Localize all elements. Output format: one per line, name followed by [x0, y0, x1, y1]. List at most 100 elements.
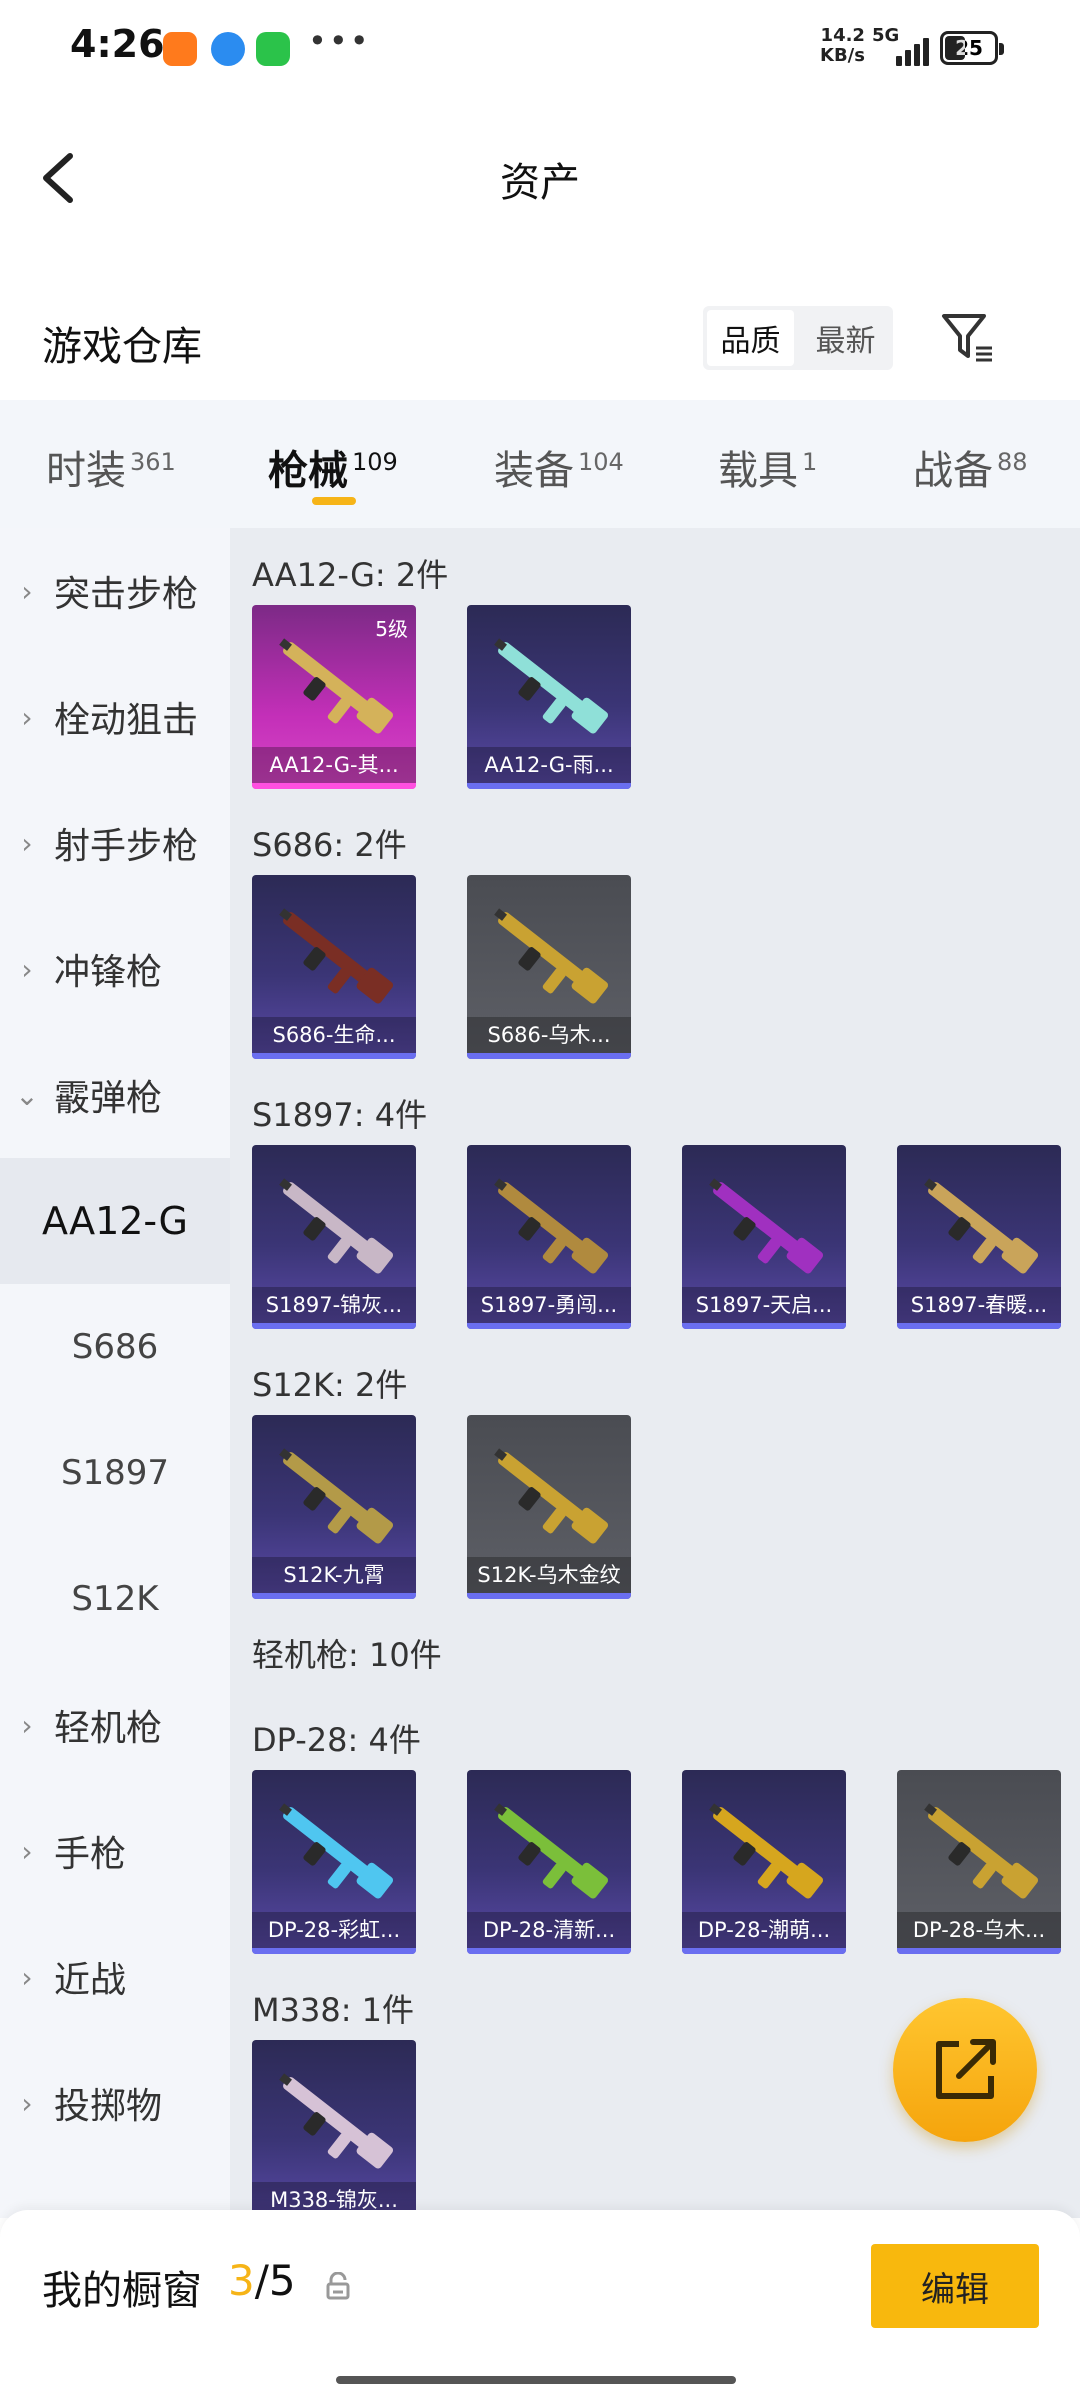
more-notifications-icon: •••	[308, 22, 371, 60]
warehouse-title: 游戏仓库	[42, 324, 202, 370]
weapon-card-label: S1897-锦灰...	[252, 1287, 416, 1323]
weapon-card[interactable]: DP-28-潮萌...	[682, 1770, 846, 1954]
sidebar-item-bolt-sniper[interactable]: › 栓动狙击	[0, 654, 230, 780]
showcase-label: 我的橱窗	[42, 2268, 202, 2314]
section-header: 游戏仓库	[0, 280, 1080, 400]
sidebar-subitem-s12k[interactable]: S12K	[0, 1536, 230, 1662]
weapon-card-label: DP-28-潮萌...	[682, 1912, 846, 1948]
rarity-bar	[252, 1053, 416, 1059]
sidebar-subitem-s1897[interactable]: S1897	[0, 1410, 230, 1536]
rarity-bar	[252, 1323, 416, 1329]
tab-equipment[interactable]: 装备 104	[494, 438, 624, 496]
weapon-type-sidebar: › 突击步枪 › 栓动狙击 › 射手步枪 › 冲锋枪 ⌄ 霰弹枪 AA12-G S686 …	[0, 528, 230, 2218]
weapon-card-label: DP-28-清新...	[467, 1912, 631, 1948]
weapon-card-label: DP-28-乌木...	[897, 1912, 1061, 1948]
messages-icon	[256, 32, 290, 66]
rarity-bar	[897, 1948, 1061, 1954]
chevron-right-icon: ›	[21, 574, 33, 608]
rarity-bar	[252, 1593, 416, 1599]
group-title: M338: 1件	[252, 1991, 415, 2029]
chevron-right-icon: ›	[21, 1960, 33, 1994]
weapon-card-label: AA12-G-雨...	[467, 747, 631, 783]
weapon-card[interactable]: M338-锦灰...	[252, 2040, 416, 2218]
tab-fashion[interactable]: 时装 361	[46, 438, 176, 496]
rarity-bar	[467, 1323, 631, 1329]
item-level-badge: 5级	[375, 617, 408, 641]
share-fab-button[interactable]	[893, 1998, 1037, 2142]
edit-button[interactable]: 编辑	[871, 2244, 1039, 2328]
chevron-right-icon: ›	[21, 1834, 33, 1868]
filter-icon	[942, 314, 992, 362]
home-indicator	[336, 2376, 736, 2384]
rarity-bar	[467, 1593, 631, 1599]
sidebar-item-throwables[interactable]: › 投掷物	[0, 2040, 230, 2166]
weapon-card-label: S1897-勇闯...	[467, 1287, 631, 1323]
rarity-bar	[467, 1053, 631, 1059]
weapon-card[interactable]: S686-生命...	[252, 875, 416, 1059]
weapon-card-label: S686-乌木...	[467, 1017, 631, 1053]
filter-button[interactable]	[940, 310, 996, 366]
rarity-bar	[467, 783, 631, 789]
browser-icon	[211, 32, 245, 66]
chevron-right-icon: ›	[21, 1708, 33, 1742]
sidebar-item-shotgun[interactable]: ⌄ 霰弹枪	[0, 1032, 230, 1158]
sidebar-item-pistol[interactable]: › 手枪	[0, 1788, 230, 1914]
weapon-card[interactable]: DP-28-乌木...	[897, 1770, 1061, 1954]
chevron-right-icon: ›	[21, 826, 33, 860]
weapon-card[interactable]: AA12-G-雨...	[467, 605, 631, 789]
weapon-card[interactable]: S1897-天启...	[682, 1145, 846, 1329]
sidebar-item-smg[interactable]: › 冲锋枪	[0, 906, 230, 1032]
weapon-card[interactable]: S686-乌木...	[467, 875, 631, 1059]
category-tabs: 时装 361 枪械 109 装备 104 载具 1 战备 88	[0, 400, 1080, 528]
group-title: S1897: 4件	[252, 1096, 428, 1134]
group-title: 轻机枪: 10件	[252, 1636, 442, 1674]
sort-toggle: 品质 最新	[703, 306, 893, 370]
sidebar-item-lmg[interactable]: › 轻机枪	[0, 1662, 230, 1788]
sort-newest-button[interactable]: 最新	[802, 310, 889, 366]
weapon-card-label: S12K-乌木金纹	[467, 1557, 631, 1593]
sidebar-item-marksman-rifle[interactable]: › 射手步枪	[0, 780, 230, 906]
weapon-card-label: AA12-G-其...	[252, 747, 416, 783]
external-link-icon	[936, 2039, 996, 2099]
active-tab-indicator	[312, 497, 356, 505]
weapon-card[interactable]: 5级 AA12-G-其...	[252, 605, 416, 789]
group-title: DP-28: 4件	[252, 1721, 421, 1759]
sidebar-item-melee[interactable]: › 近战	[0, 1914, 230, 2040]
taobao-icon	[163, 32, 197, 66]
weapon-card[interactable]: S1897-春暖...	[897, 1145, 1061, 1329]
battery-icon: 25	[940, 31, 1004, 65]
lock-icon	[325, 2271, 351, 2300]
sidebar-item-assault-rifle[interactable]: › 突击步枪	[0, 528, 230, 654]
weapon-card[interactable]: S1897-锦灰...	[252, 1145, 416, 1329]
status-time: 4:26	[70, 22, 165, 66]
chevron-right-icon: ›	[21, 952, 33, 986]
signal-icon	[896, 38, 936, 66]
showcase-count: 3/5	[228, 2256, 296, 2305]
weapon-card[interactable]: DP-28-彩虹...	[252, 1770, 416, 1954]
weapon-card[interactable]: S12K-乌木金纹	[467, 1415, 631, 1599]
rarity-bar	[252, 1948, 416, 1954]
weapon-card[interactable]: DP-28-清新...	[467, 1770, 631, 1954]
group-title: S12K: 2件	[252, 1366, 408, 1404]
sidebar-subitem-aa12g[interactable]: AA12-G	[0, 1158, 230, 1284]
weapon-card[interactable]: S1897-勇闯...	[467, 1145, 631, 1329]
weapon-card-label: S1897-春暖...	[897, 1287, 1061, 1323]
sort-quality-button[interactable]: 品质	[707, 310, 794, 366]
rarity-bar	[467, 1948, 631, 1954]
rarity-bar	[897, 1323, 1061, 1329]
group-title: S686: 2件	[252, 826, 407, 864]
group-title: AA12-G: 2件	[252, 556, 449, 594]
rarity-bar	[252, 783, 416, 789]
page-title: 资产	[500, 160, 580, 206]
tab-vehicles[interactable]: 载具 1	[718, 438, 817, 496]
chevron-right-icon: ›	[21, 700, 33, 734]
weapon-card-label: S12K-九霄	[252, 1557, 416, 1593]
sidebar-subitem-s686[interactable]: S686	[0, 1284, 230, 1410]
status-bar: 4:26 ••• 14.2 KB/s 5G 25	[0, 0, 1080, 100]
tab-firearms[interactable]: 枪械 109	[268, 438, 398, 496]
chevron-down-icon: ⌄	[15, 1078, 39, 1112]
tab-supplies[interactable]: 战备 88	[913, 438, 1028, 496]
weapon-card[interactable]: S12K-九霄	[252, 1415, 416, 1599]
net-speed: 14.2 KB/s	[820, 25, 865, 66]
chevron-right-icon: ›	[21, 2086, 33, 2120]
